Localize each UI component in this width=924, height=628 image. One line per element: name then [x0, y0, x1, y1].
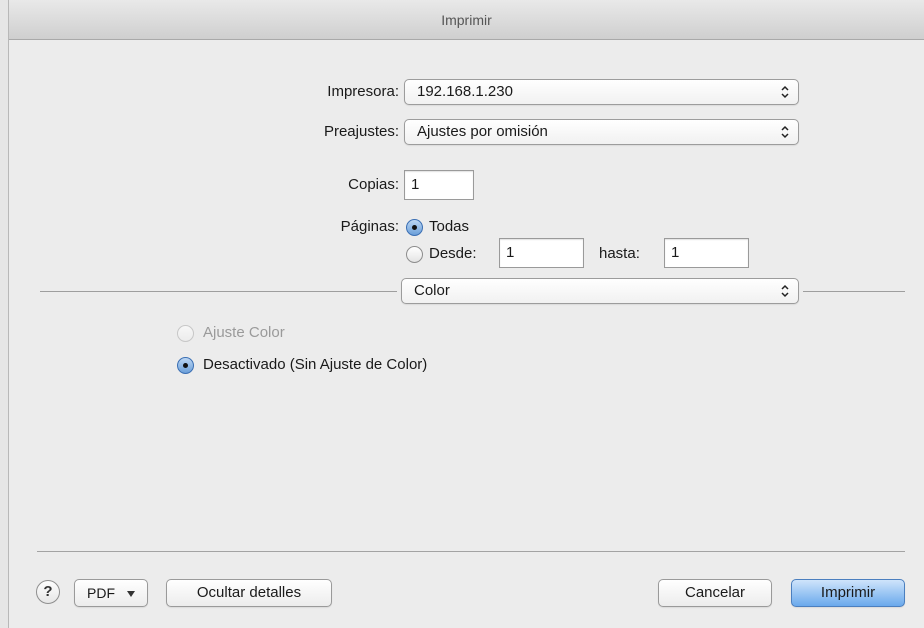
printer-label: Impresora:: [327, 83, 399, 100]
printer-select[interactable]: 192.168.1.230: [404, 79, 799, 105]
presets-select[interactable]: Ajustes por omisión: [404, 119, 799, 145]
printer-value: 192.168.1.230: [417, 83, 513, 100]
footer-divider: [37, 551, 905, 552]
print-dialog: Imprimir Impresora: 192.168.1.230 Preaju…: [8, 0, 924, 628]
pages-from-field[interactable]: 1: [499, 238, 584, 268]
up-down-chevron-icon: [781, 284, 789, 298]
color-off-radio[interactable]: [177, 357, 194, 374]
color-off-label: Desactivado (Sin Ajuste de Color): [203, 356, 428, 373]
presets-value: Ajustes por omisión: [417, 123, 548, 140]
color-adjust-radio[interactable]: [177, 325, 194, 342]
pages-to-label: hasta:: [599, 245, 640, 262]
cancel-button[interactable]: Cancelar: [658, 579, 772, 607]
presets-label: Preajustes:: [323, 123, 399, 140]
pages-all-radio[interactable]: [406, 219, 423, 236]
section-value: Color: [414, 282, 450, 299]
pages-label: Páginas:: [340, 218, 399, 235]
section-divider-right: [803, 291, 905, 292]
section-divider-left: [40, 291, 397, 292]
help-button[interactable]: ?: [36, 580, 60, 604]
pages-all-label: Todas: [429, 218, 470, 235]
section-select[interactable]: Color: [401, 278, 799, 304]
copies-field[interactable]: 1: [404, 170, 474, 200]
pages-from-label: Desde:: [429, 245, 477, 262]
pdf-label: PDF: [87, 585, 115, 601]
hide-details-button[interactable]: Ocultar detalles: [166, 579, 332, 607]
window-title: Imprimir: [9, 0, 924, 40]
print-button[interactable]: Imprimir: [791, 579, 905, 607]
pages-to-field[interactable]: 1: [664, 238, 749, 268]
pages-range-radio[interactable]: [406, 246, 423, 263]
copies-label: Copias:: [348, 176, 399, 193]
up-down-chevron-icon: [781, 125, 789, 139]
triangle-down-icon: [127, 591, 135, 597]
question-mark-icon: ?: [43, 583, 53, 600]
up-down-chevron-icon: [781, 85, 789, 99]
color-adjust-label: Ajuste Color: [203, 324, 285, 341]
pdf-menu-button[interactable]: PDF: [74, 579, 148, 607]
